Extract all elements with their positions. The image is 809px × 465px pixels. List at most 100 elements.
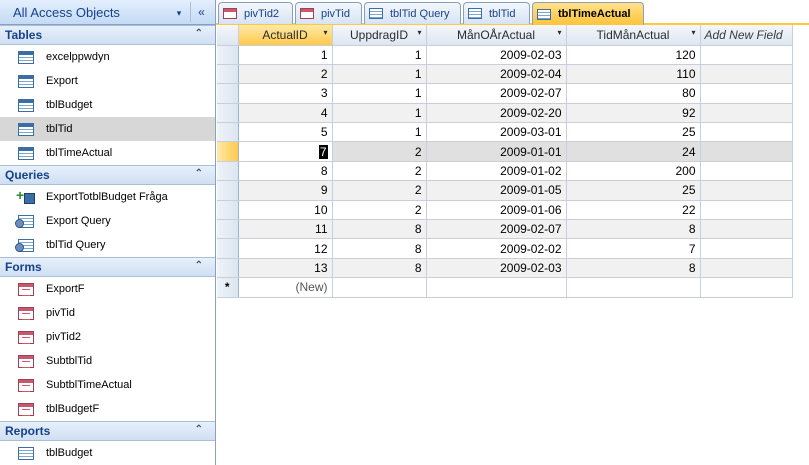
table-cell[interactable]: 3 [238, 83, 333, 104]
nav-item-pivtid[interactable]: pivTid [0, 301, 215, 325]
table-cell[interactable]: 2009-01-02 [426, 161, 567, 182]
tab-pivtid[interactable]: pivTid [295, 2, 362, 24]
table-cell[interactable]: 25 [566, 180, 701, 201]
table-cell[interactable]: 9 [238, 180, 333, 201]
column-filter-dropdown-icon[interactable]: ▾ [417, 28, 421, 37]
nav-group-reports[interactable]: Reports ⌃ [0, 421, 215, 441]
nav-item-excelppwdyn[interactable]: excelppwdyn [0, 45, 215, 69]
table-row[interactable]: 10 2 2009-01-06 22 [217, 200, 793, 221]
table-cell[interactable]: 7 [238, 141, 333, 162]
table-cell[interactable] [426, 277, 567, 298]
table-cell[interactable]: 8 [238, 161, 333, 182]
table-cell[interactable]: 5 [238, 122, 333, 143]
table-cell[interactable] [700, 277, 793, 298]
table-cell[interactable]: 1 [332, 45, 427, 65]
record-selector[interactable] [217, 45, 239, 65]
new-record-id-cell[interactable]: (New) [238, 277, 333, 298]
add-new-field-cell[interactable] [700, 64, 793, 85]
chevron-up-icon[interactable]: ⌃ [195, 260, 203, 271]
table-cell[interactable]: 13 [238, 258, 333, 279]
nav-item-tbltid-query[interactable]: tblTid Query [0, 233, 215, 257]
table-cell[interactable]: 2009-03-01 [426, 122, 567, 143]
table-cell[interactable]: 2 [332, 180, 427, 201]
tab-pivtid2[interactable]: pivTid2 [218, 2, 293, 24]
table-cell[interactable]: 2009-01-05 [426, 180, 567, 201]
add-new-field-cell[interactable] [700, 122, 793, 143]
table-cell[interactable]: 1 [238, 45, 333, 65]
table-cell[interactable]: 2009-02-07 [426, 219, 567, 240]
nav-item-subtbltid[interactable]: SubtblTid [0, 349, 215, 373]
table-cell[interactable]: 8 [566, 219, 701, 240]
tab-tbltid-query[interactable]: tblTid Query [364, 2, 461, 24]
table-cell[interactable]: 92 [566, 103, 701, 124]
add-new-field-cell[interactable] [700, 83, 793, 104]
table-cell[interactable]: 2009-02-20 [426, 103, 567, 124]
table-cell[interactable]: 8 [566, 258, 701, 279]
shutter-bar-close-icon[interactable]: « [190, 2, 212, 22]
chevron-up-icon[interactable]: ⌃ [195, 168, 203, 179]
chevron-up-icon[interactable]: ⌃ [195, 424, 203, 435]
table-cell[interactable] [332, 277, 427, 298]
record-selector[interactable] [217, 122, 239, 143]
table-cell[interactable]: 2 [238, 64, 333, 85]
nav-item-tblbudget[interactable]: tblBudget [0, 93, 215, 117]
column-header[interactable]: UppdragID ▾ [332, 25, 427, 46]
table-row[interactable]: 4 1 2009-02-20 92 [217, 103, 793, 124]
select-all-corner[interactable] [217, 25, 239, 46]
table-cell[interactable]: 200 [566, 161, 701, 182]
table-cell[interactable]: 1 [332, 103, 427, 124]
add-new-field-cell[interactable] [700, 258, 793, 279]
table-cell[interactable]: 24 [566, 141, 701, 162]
nav-item-export-query[interactable]: Export Query [0, 209, 215, 233]
nav-item-tbltid[interactable]: tblTid [0, 117, 215, 141]
table-cell[interactable]: 2009-02-07 [426, 83, 567, 104]
table-row[interactable]: 8 2 2009-01-02 200 [217, 161, 793, 182]
table-cell[interactable]: 1 [332, 83, 427, 104]
nav-item-pivtid2[interactable]: pivTid2 [0, 325, 215, 349]
table-cell[interactable]: 11 [238, 219, 333, 240]
nav-group-queries[interactable]: Queries ⌃ [0, 165, 215, 185]
chevron-up-icon[interactable]: ⌃ [195, 28, 203, 39]
table-cell[interactable]: 110 [566, 64, 701, 85]
record-selector[interactable] [217, 103, 239, 124]
chevron-down-icon[interactable]: ▾ [172, 6, 186, 20]
table-cell[interactable]: 25 [566, 122, 701, 143]
table-row[interactable]: 11 8 2009-02-07 8 [217, 219, 793, 240]
table-cell[interactable]: 2 [332, 200, 427, 221]
table-cell[interactable]: 2009-02-02 [426, 238, 567, 259]
add-new-field-cell[interactable] [700, 200, 793, 221]
table-cell[interactable]: 2009-01-06 [426, 200, 567, 221]
table-cell[interactable]: 1 [332, 122, 427, 143]
column-filter-dropdown-icon[interactable]: ▾ [557, 28, 561, 37]
add-new-field-header[interactable]: Add New Field [700, 25, 793, 46]
table-cell[interactable]: 4 [238, 103, 333, 124]
new-record-row[interactable]: * (New) [217, 277, 793, 298]
record-selector[interactable] [217, 64, 239, 85]
table-cell[interactable] [566, 277, 701, 298]
nav-group-forms[interactable]: Forms ⌃ [0, 257, 215, 277]
table-cell[interactable]: 120 [566, 45, 701, 65]
column-header[interactable]: MånOÅrActual ▾ [426, 25, 567, 46]
table-row[interactable]: 9 2 2009-01-05 25 [217, 180, 793, 201]
add-new-field-cell[interactable] [700, 238, 793, 259]
nav-item-tblbudgetf[interactable]: tblBudgetF [0, 397, 215, 421]
table-cell[interactable]: 12 [238, 238, 333, 259]
table-cell[interactable]: 10 [238, 200, 333, 221]
column-header[interactable]: ActualID ▾ [238, 25, 333, 46]
column-filter-dropdown-icon[interactable]: ▾ [691, 28, 695, 37]
table-row[interactable]: 3 1 2009-02-07 80 [217, 83, 793, 104]
add-new-field-cell[interactable] [700, 219, 793, 240]
table-cell[interactable]: 1 [332, 64, 427, 85]
nav-item-exportf[interactable]: ExportF [0, 277, 215, 301]
nav-group-tables[interactable]: Tables ⌃ [0, 25, 215, 45]
record-selector[interactable] [217, 83, 239, 104]
table-cell[interactable]: 7 [566, 238, 701, 259]
table-row[interactable]: 7 2 2009-01-01 24 [217, 141, 793, 162]
nav-item-subtbltimeactual[interactable]: SubtblTimeActual [0, 373, 215, 397]
tab-tbltid[interactable]: tblTid [463, 2, 530, 24]
tab-tbltimeactual[interactable]: tblTimeActual [532, 2, 644, 25]
table-cell[interactable]: 2009-02-03 [426, 45, 567, 65]
new-record-marker[interactable]: * [217, 277, 239, 298]
nav-pane-header[interactable]: All Access Objects ▾ « [0, 0, 215, 25]
table-row[interactable]: 5 1 2009-03-01 25 [217, 122, 793, 143]
